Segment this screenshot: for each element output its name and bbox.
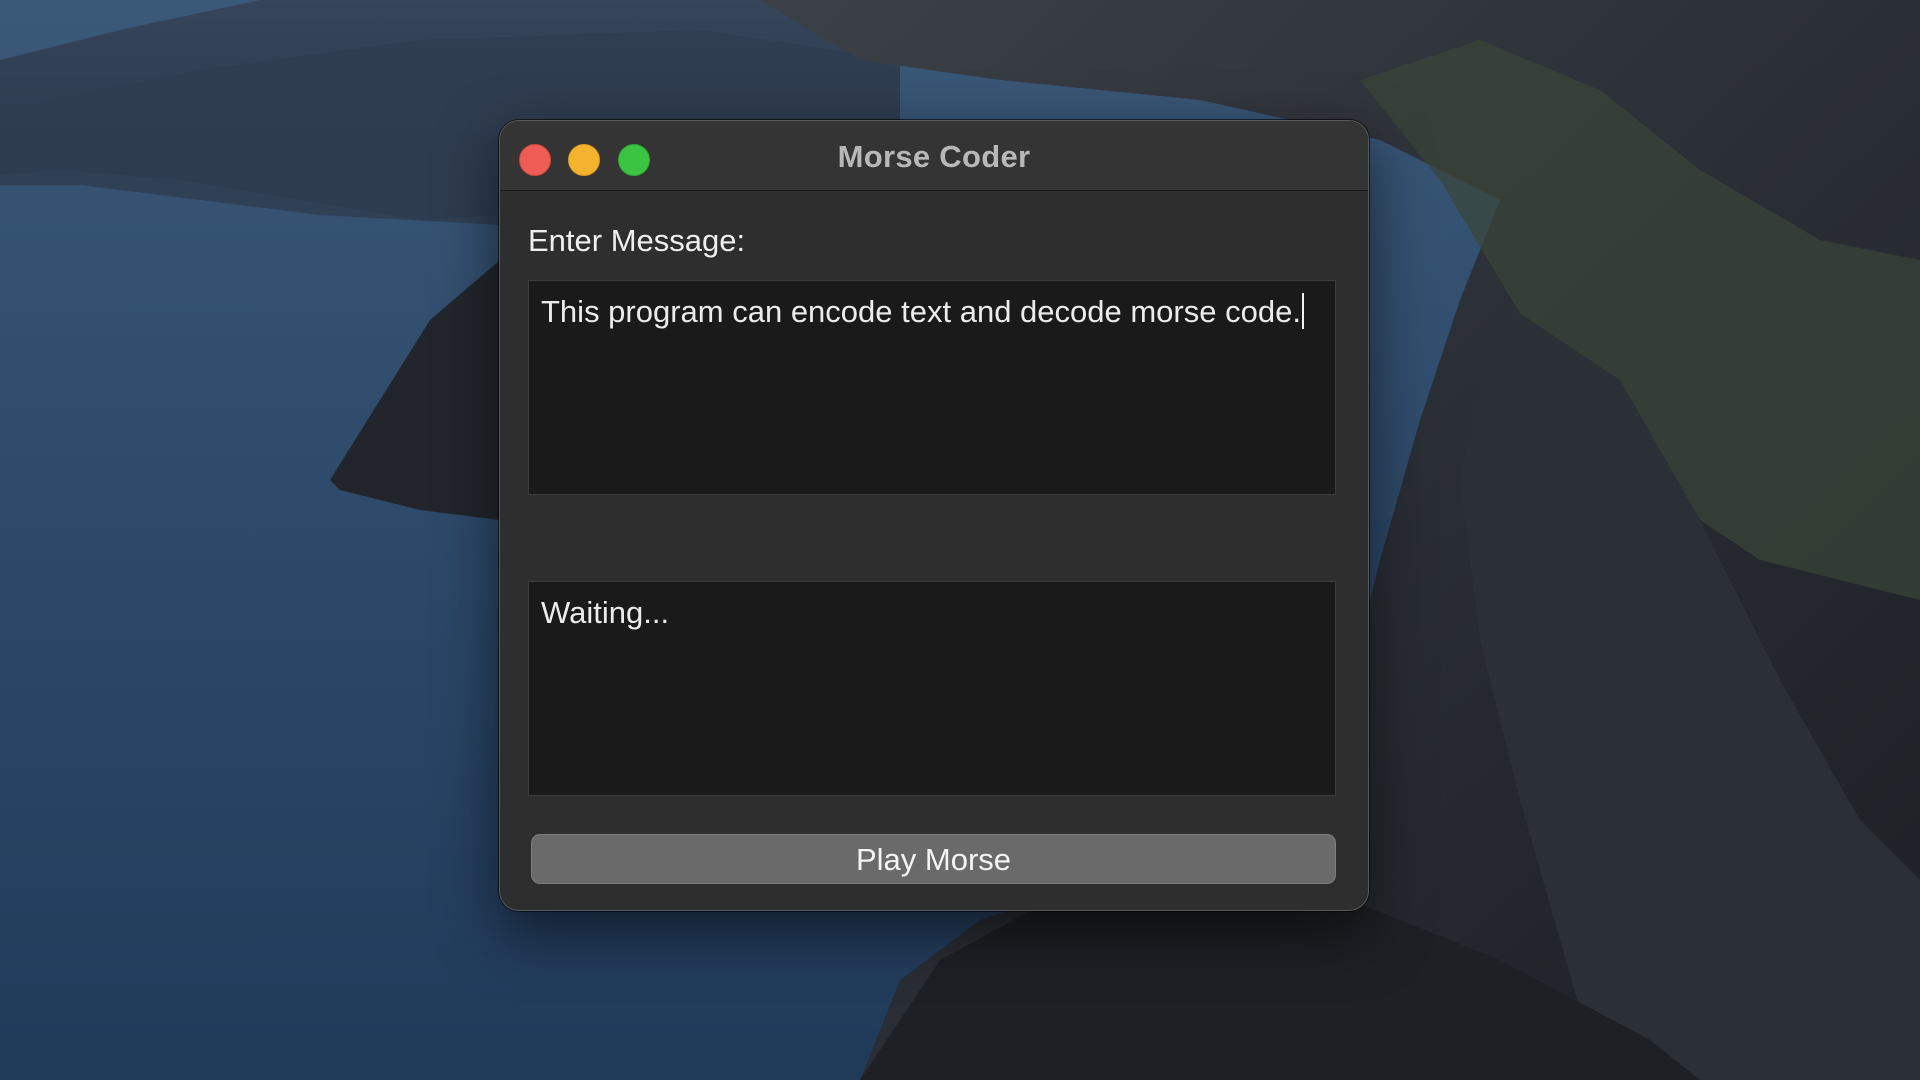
output-text: Waiting...	[541, 595, 670, 630]
desktop-wallpaper: Morse Coder Enter Message: This program …	[0, 0, 1920, 1080]
message-input-text: This program can encode text and decode …	[541, 294, 1301, 329]
message-input[interactable]: This program can encode text and decode …	[528, 280, 1336, 495]
title-bar[interactable]: Morse Coder	[500, 121, 1368, 191]
morse-coder-window: Morse Coder Enter Message: This program …	[499, 120, 1369, 911]
output-display[interactable]: Waiting...	[528, 581, 1336, 796]
window-title: Morse Coder	[837, 139, 1031, 174]
play-morse-button[interactable]: Play Morse	[531, 834, 1336, 884]
message-label: Enter Message:	[528, 223, 746, 258]
text-caret	[1301, 293, 1304, 329]
